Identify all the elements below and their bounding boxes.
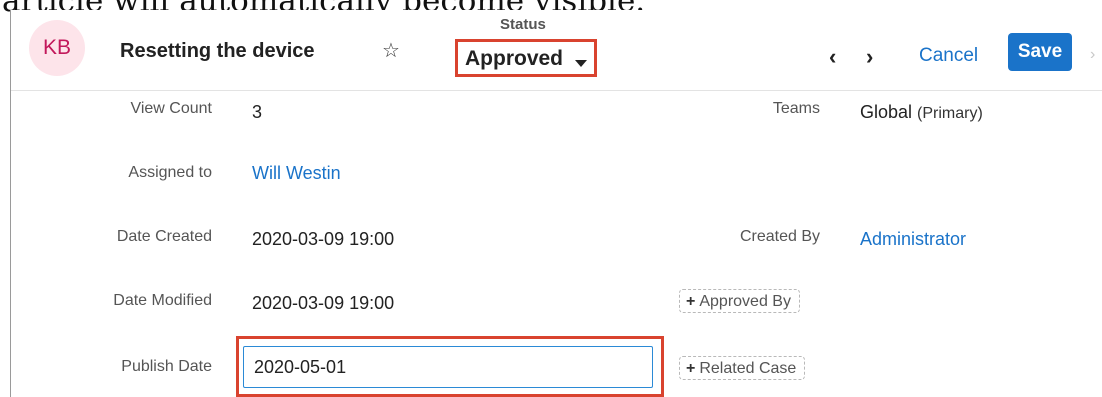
- plus-icon: +: [686, 360, 696, 377]
- avatar: KB: [29, 20, 85, 76]
- field-label-date-created: Date Created: [116, 228, 212, 245]
- assigned-user-link[interactable]: Will Westin: [252, 163, 341, 184]
- caret-down-icon[interactable]: [575, 60, 587, 67]
- field-label-date-modified: Date Modified: [113, 292, 212, 309]
- record-title: Resetting the device: [120, 40, 315, 62]
- add-approved-by-label: Approved By: [699, 293, 791, 310]
- field-label-assigned-to: Assigned to: [128, 164, 212, 181]
- previous-record-button[interactable]: ‹: [829, 44, 836, 70]
- field-label-publish-date: Publish Date: [121, 358, 212, 375]
- publish-date-input[interactable]: [243, 346, 653, 388]
- field-label-teams: Teams: [772, 100, 820, 117]
- field-value-date-created: 2020-03-09 19:00: [252, 229, 395, 249]
- cancel-button[interactable]: Cancel: [919, 45, 978, 67]
- panel-edge: [10, 10, 11, 397]
- field-label-created-by: Created By: [739, 228, 820, 245]
- field-value-date-modified: 2020-03-09 19:00: [252, 293, 395, 313]
- chevron-right-icon[interactable]: ›: [1090, 46, 1095, 64]
- add-related-case-label: Related Case: [699, 360, 797, 377]
- status-dropdown[interactable]: Approved: [465, 47, 563, 71]
- plus-icon: +: [686, 293, 696, 310]
- next-record-button[interactable]: ›: [866, 44, 873, 70]
- team-name: Global: [860, 102, 913, 122]
- status-label: Status: [500, 16, 546, 33]
- field-value-view-count: 3: [252, 102, 263, 122]
- field-value-teams: Global (Primary): [860, 102, 983, 123]
- add-approved-by-button[interactable]: + Approved By: [679, 289, 800, 313]
- field-label-view-count: View Count: [130, 100, 212, 117]
- save-button[interactable]: Save: [1008, 33, 1072, 71]
- created-by-link[interactable]: Administrator: [860, 229, 966, 250]
- star-icon[interactable]: ☆: [382, 38, 400, 63]
- team-primary-tag: (Primary): [917, 105, 983, 122]
- add-related-case-button[interactable]: + Related Case: [679, 356, 806, 380]
